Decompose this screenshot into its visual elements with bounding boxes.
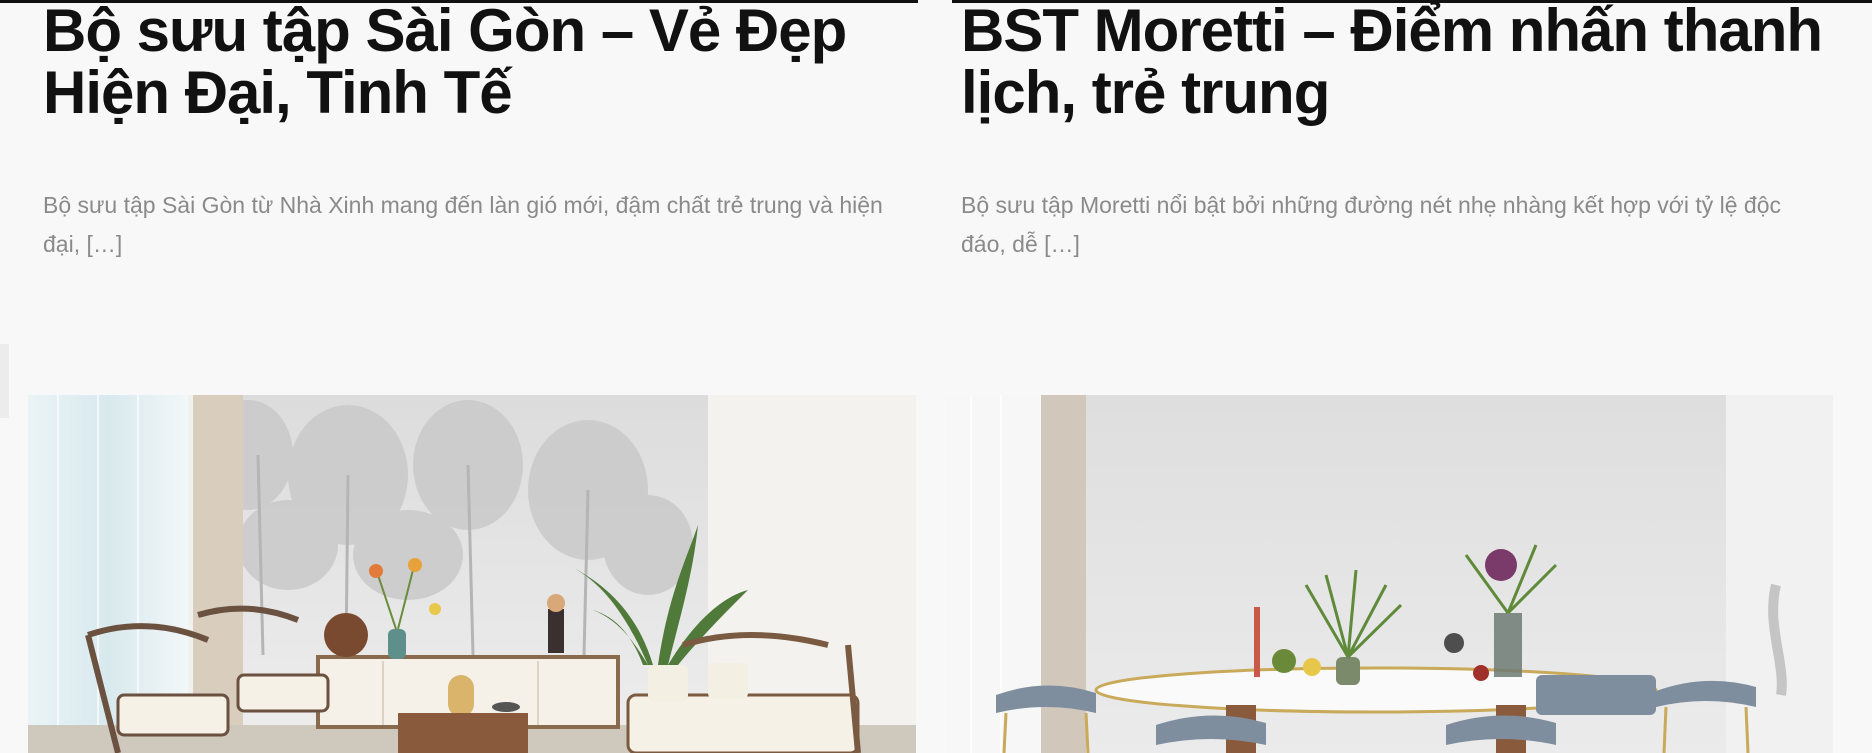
living-room-photo	[28, 395, 916, 753]
post-excerpt: Bộ sưu tập Sài Gòn từ Nhà Xinh mang đến …	[43, 192, 883, 257]
post-title-link[interactable]: Bộ sưu tập Sài Gòn – Vẻ Đẹp Hiện Đại, Ti…	[43, 0, 893, 124]
dining-room-photo	[946, 395, 1833, 753]
blog-post-card-moretti: BST Moretti – Điểm nhấn thanh lịch, trẻ …	[918, 0, 1872, 753]
post-thumbnail-dining-room[interactable]	[946, 395, 1833, 753]
blog-post-card-saigon: Bộ sưu tập Sài Gòn – Vẻ Đẹp Hiện Đại, Ti…	[0, 0, 918, 753]
post-title-link[interactable]: BST Moretti – Điểm nhấn thanh lịch, trẻ …	[961, 0, 1861, 124]
post-excerpt: Bộ sưu tập Moretti nổi bật bởi những đườ…	[961, 192, 1782, 257]
post-thumbnail-living-room[interactable]	[28, 395, 916, 753]
